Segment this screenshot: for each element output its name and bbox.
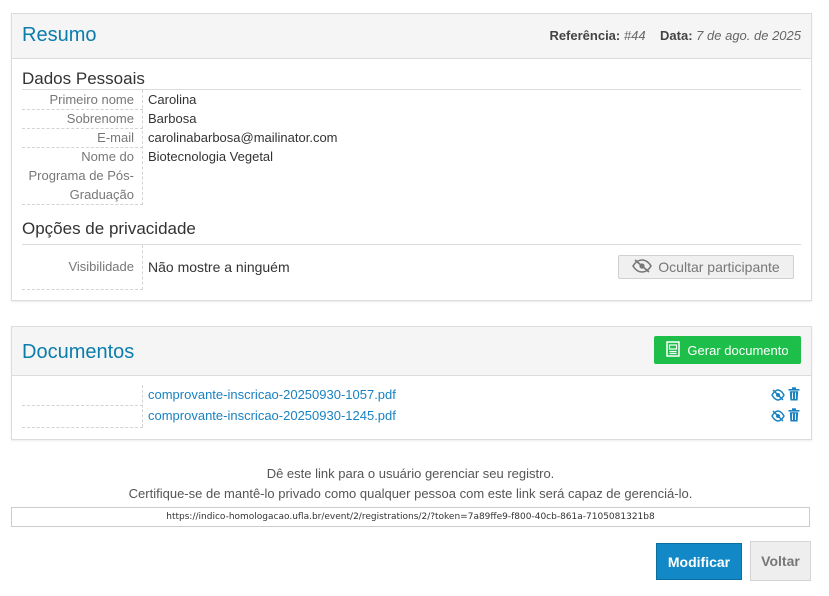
field-label-program-line1: Nome do xyxy=(81,149,134,164)
section-divider xyxy=(22,244,801,245)
generate-document-label: Gerar documento xyxy=(687,342,789,358)
document-row-spacer xyxy=(22,407,143,428)
manage-link-warning: Certifique-se de mantê-lo privado como q… xyxy=(128,486,693,501)
back-button[interactable]: Voltar xyxy=(750,541,811,581)
hide-participant-button[interactable]: Ocultar participante xyxy=(618,255,794,279)
documents-header: Documentos Gerar documento xyxy=(12,327,811,376)
documents-title: Documentos xyxy=(22,341,135,363)
field-label-last-name: Sobrenome xyxy=(22,109,143,129)
field-value-last-name: Barbosa xyxy=(148,111,197,126)
trash-icon[interactable] xyxy=(788,387,800,406)
date-value: 7 de ago. de 2025 xyxy=(696,28,801,43)
document-actions xyxy=(771,387,800,406)
date-label: Data: xyxy=(660,28,693,43)
privacy-heading: Opções de privacidade xyxy=(22,219,196,238)
modify-button[interactable]: Modificar xyxy=(656,543,742,580)
manage-link-url[interactable]: https://indico-homologacao.ufla.br/event… xyxy=(11,507,810,527)
visibility-label: Visibilidade xyxy=(22,257,143,290)
hide-participant-label: Ocultar participante xyxy=(658,259,780,275)
document-link[interactable]: comprovante-inscricao-20250930-1057.pdf xyxy=(148,386,396,403)
summary-panel: Resumo Referência: #44 Data: 7 de ago. d… xyxy=(11,13,812,301)
generate-document-button[interactable]: Gerar documento xyxy=(654,336,801,364)
field-label-program-line3: Graduação xyxy=(69,187,134,202)
summary-meta: Referência: #44 Data: 7 de ago. de 2025 xyxy=(549,28,801,43)
field-value-email: carolinabarbosa@mailinator.com xyxy=(148,130,338,145)
reference-label: Referência: xyxy=(549,28,621,43)
summary-title: Resumo xyxy=(22,24,97,46)
field-label-first-name: Primeiro nome xyxy=(22,90,143,110)
document-link[interactable]: comprovante-inscricao-20250930-1245.pdf xyxy=(148,407,396,424)
eye-slash-icon[interactable] xyxy=(771,388,785,406)
personal-data-heading: Dados Pessoais xyxy=(22,69,145,88)
document-row-spacer xyxy=(22,385,143,406)
field-value-first-name: Carolina xyxy=(148,92,197,107)
eye-slash-icon[interactable] xyxy=(771,409,785,427)
trash-icon[interactable] xyxy=(788,408,800,427)
documents-panel: Documentos Gerar documento comprovante-i… xyxy=(11,326,812,440)
document-actions xyxy=(771,408,800,427)
field-label-email: E-mail xyxy=(22,128,143,148)
field-value-program: Biotecnologia Vegetal xyxy=(148,149,274,164)
document-icon xyxy=(666,340,681,360)
field-label-program: Nome do Programa de Pós- Graduação xyxy=(22,147,143,205)
eye-slash-icon xyxy=(632,258,653,276)
visibility-value: Não mostre a ninguém xyxy=(148,259,290,275)
manage-link-note: Dê este link para o usuário gerenciar se… xyxy=(266,466,555,481)
reference-value: #44 xyxy=(623,28,646,43)
field-label-program-line2: Programa de Pós- xyxy=(28,168,135,183)
summary-header: Resumo Referência: #44 Data: 7 de ago. d… xyxy=(12,14,811,59)
